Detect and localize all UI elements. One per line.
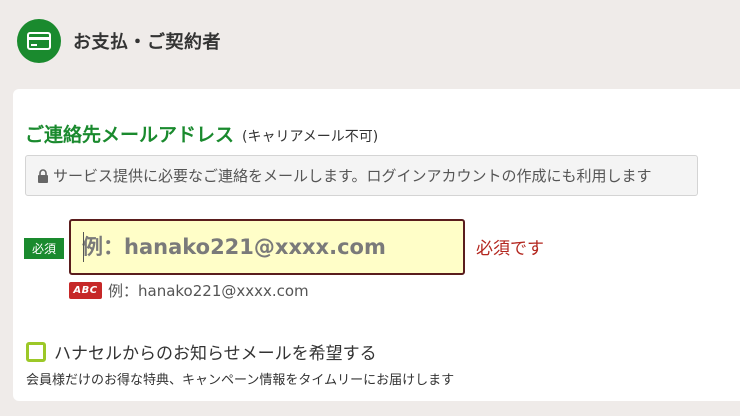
section-header: お支払・ご契約者: [17, 19, 221, 63]
field-title: ご連絡先メールアドレス (キャリアメール不可): [25, 120, 378, 147]
section-title: お支払・ご契約者: [73, 32, 221, 53]
abc-badge-icon: ABC: [69, 282, 102, 299]
newsletter-row[interactable]: ハナセルからのお知らせメールを希望する: [26, 339, 377, 364]
text-caret: [83, 232, 84, 262]
hint-text: 例：hanako221@xxxx.com: [108, 282, 309, 300]
email-input[interactable]: [69, 219, 465, 275]
credit-card-icon: [17, 19, 61, 63]
lock-icon: [37, 168, 49, 183]
error-message: 必須です: [476, 239, 544, 259]
email-card: ご連絡先メールアドレス (キャリアメール不可) サービス提供に必要なご連絡をメー…: [13, 89, 740, 401]
notice-box: サービス提供に必要なご連絡をメールします。ログインアカウントの作成にも利用します: [25, 155, 698, 196]
email-field-title: ご連絡先メールアドレス: [25, 124, 235, 146]
newsletter-label[interactable]: ハナセルからのお知らせメールを希望する: [54, 339, 377, 364]
required-badge: 必須: [24, 238, 64, 259]
hint-row: ABC 例：hanako221@xxxx.com: [69, 280, 309, 301]
notice-text: サービス提供に必要なご連絡をメールします。ログインアカウントの作成にも利用します: [53, 167, 652, 185]
email-field-note: (キャリアメール不可): [242, 129, 379, 145]
newsletter-checkbox[interactable]: [26, 341, 46, 362]
newsletter-description: 会員様だけのお得な特典、キャンペーン情報をタイムリーにお届けします: [26, 373, 455, 388]
